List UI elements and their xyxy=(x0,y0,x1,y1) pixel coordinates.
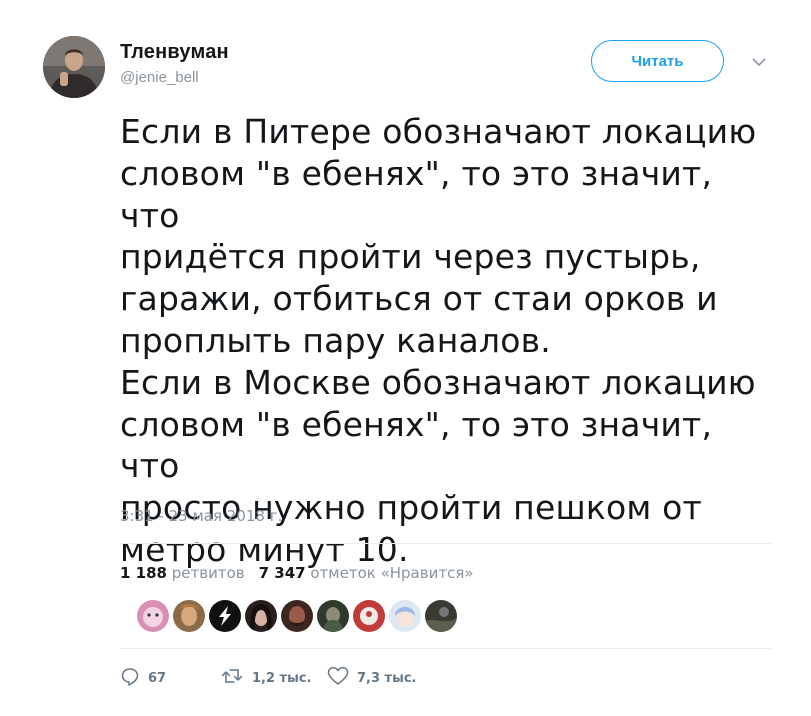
retweet-button[interactable]: 1,2 тыс. xyxy=(220,664,312,692)
author-handle[interactable]: @jenie_bell xyxy=(120,69,199,86)
liker-avatar[interactable] xyxy=(353,600,385,632)
author-photo xyxy=(43,36,105,98)
author-avatar[interactable] xyxy=(43,36,105,98)
retweet-icon xyxy=(220,666,244,691)
liker-avatar[interactable] xyxy=(389,600,421,632)
tweet-timestamp[interactable]: 3:31 - 23 мая 2018 г. xyxy=(120,507,282,525)
likes-stat[interactable]: 7 347 отметок «Нравится» xyxy=(259,564,474,582)
likes-label: отметок «Нравится» xyxy=(310,564,474,582)
tweet-stats: 1 188 ретвитов 7 347 отметок «Нравится» xyxy=(120,564,474,582)
tweet-text: Если в Питере обозначают локацию словом … xyxy=(120,112,757,569)
liker-avatar[interactable] xyxy=(281,600,313,632)
divider xyxy=(120,543,771,544)
reply-button[interactable]: 67 xyxy=(120,664,166,692)
reply-count: 67 xyxy=(148,670,167,686)
liker-avatar[interactable] xyxy=(137,600,169,632)
follow-button[interactable]: Читать xyxy=(591,40,724,82)
tweet-actions: 67 1,2 тыс. 7,3 тыс. xyxy=(120,664,540,692)
liker-avatar[interactable] xyxy=(209,600,241,632)
likers-avatars xyxy=(137,600,457,632)
author-name[interactable]: Тленвуман xyxy=(120,41,229,64)
liker-avatar[interactable] xyxy=(173,600,205,632)
retweet-count: 1,2 тыс. xyxy=(252,670,312,686)
reply-icon xyxy=(120,666,140,691)
liker-avatar[interactable] xyxy=(245,600,277,632)
heart-icon xyxy=(327,666,349,691)
likes-count: 7 347 xyxy=(258,564,306,582)
liker-avatar[interactable] xyxy=(317,600,349,632)
retweets-count: 1 188 xyxy=(120,564,167,582)
retweets-stat[interactable]: 1 188 ретвитов xyxy=(120,564,245,582)
like-count: 7,3 тыс. xyxy=(357,670,417,686)
liker-avatar[interactable] xyxy=(425,600,457,632)
divider xyxy=(120,648,771,649)
chevron-down-icon[interactable] xyxy=(749,54,769,70)
retweets-label: ретвитов xyxy=(171,564,245,582)
like-button[interactable]: 7,3 тыс. xyxy=(327,664,417,692)
